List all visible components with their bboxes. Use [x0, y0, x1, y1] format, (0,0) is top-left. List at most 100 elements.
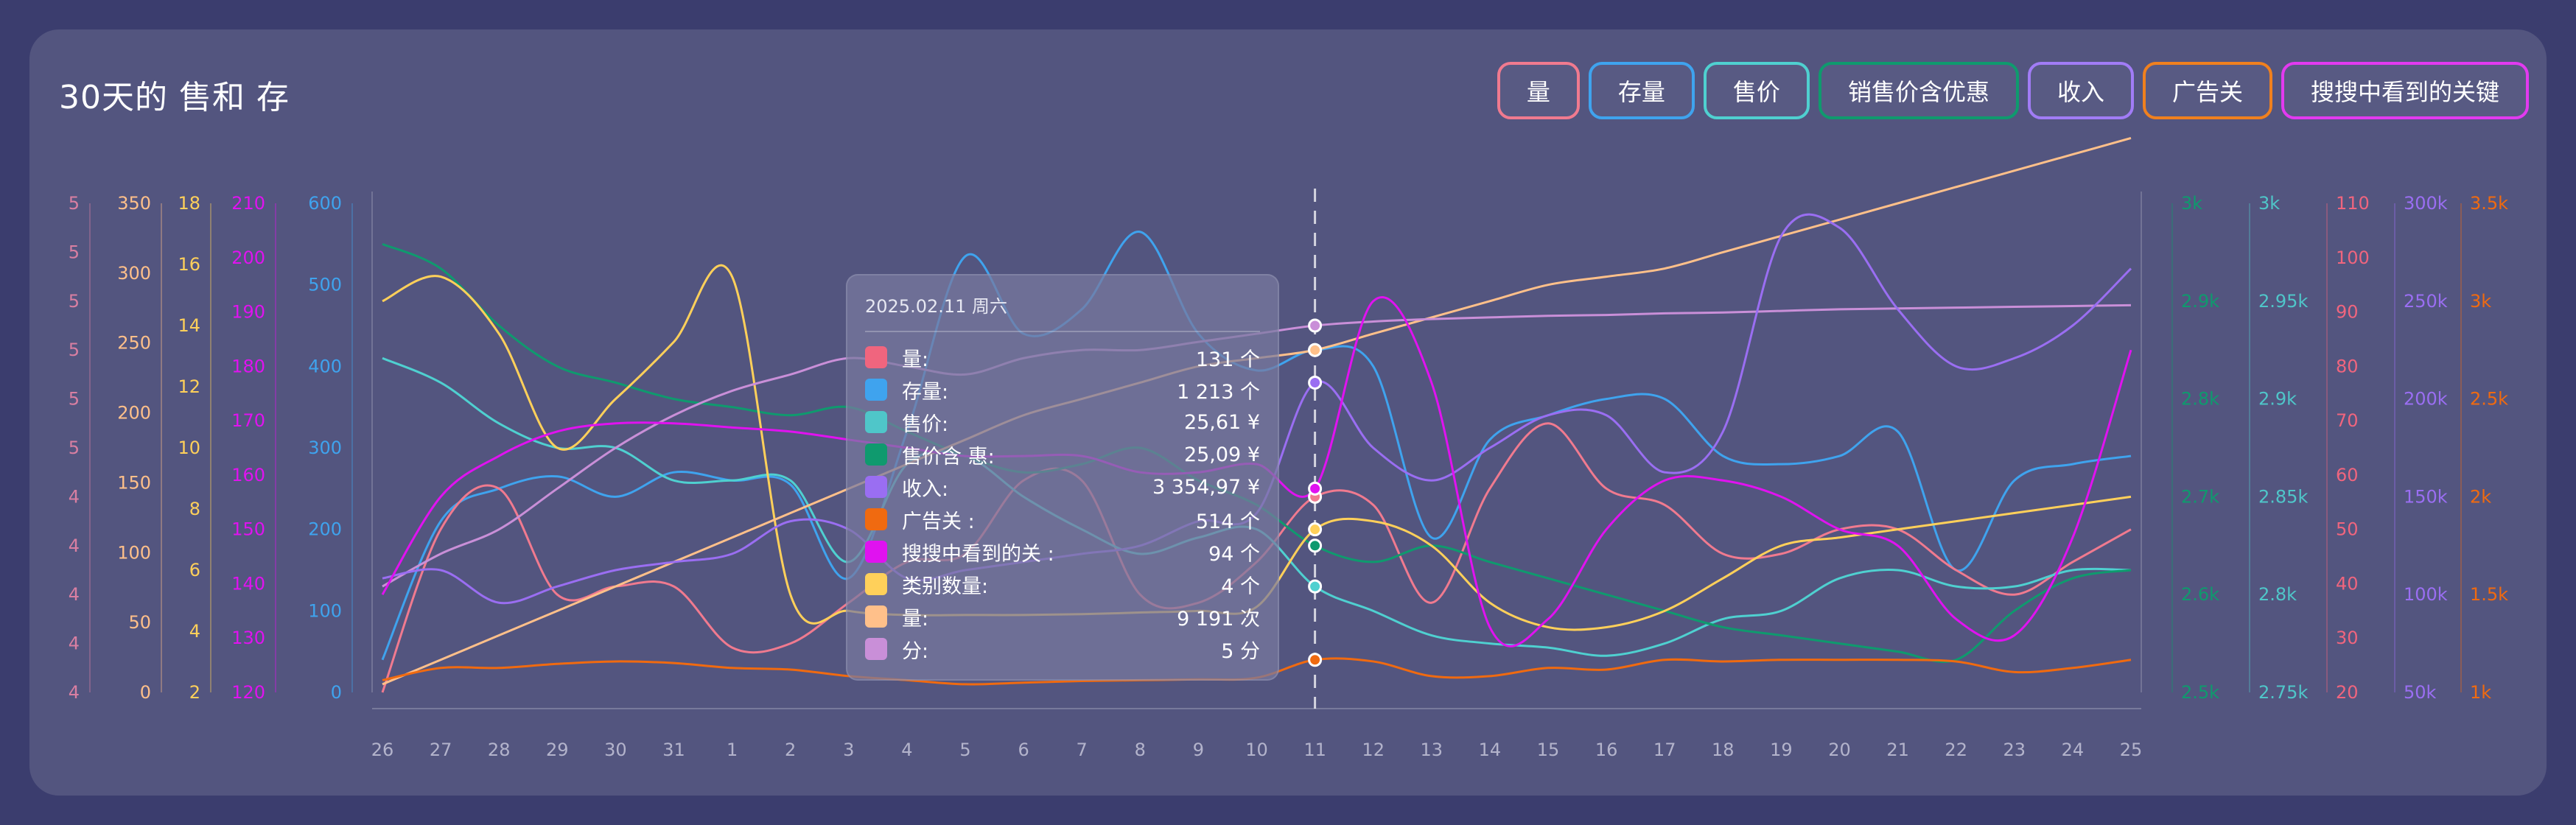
- y-tick-label: 4: [189, 621, 200, 642]
- tooltip-value: 1 213 个: [1177, 380, 1260, 404]
- y-tick-label: 40: [2336, 573, 2359, 594]
- y-tick-label: 80: [2336, 356, 2359, 376]
- y-tick-label: 30: [2336, 628, 2359, 648]
- y-tick-label: 16: [178, 254, 200, 275]
- y-tick-label: 2.9k: [2181, 291, 2219, 312]
- tooltip-value: 131 个: [1195, 348, 1260, 371]
- y-tick-label: 100: [2336, 248, 2370, 268]
- y-tick-label: 2.8k: [2181, 389, 2219, 410]
- y-tick-label: 250: [117, 333, 151, 354]
- y-tick-label: 2.7k: [2181, 486, 2219, 507]
- y-tick-label: 5: [69, 291, 80, 312]
- y-tick-label: 2.85k: [2258, 486, 2308, 507]
- tooltip-label: 售价:: [902, 412, 949, 436]
- y-tick-label: 5: [69, 438, 80, 458]
- x-tick-label: 18: [1712, 740, 1735, 760]
- x-tick-label: 16: [1595, 740, 1618, 760]
- y-tick-label: 4: [69, 682, 80, 703]
- y-tick-label: 170: [231, 410, 265, 431]
- tooltip-row: 类别数量: 4 个: [865, 568, 1260, 600]
- highlight-point: [1308, 481, 1323, 496]
- y-tick-label: 100: [117, 542, 151, 563]
- x-tick-label: 19: [1770, 740, 1793, 760]
- x-tick-label: 4: [901, 740, 912, 760]
- y-tick-label: 3k: [2258, 193, 2280, 214]
- y-tick-label: 100: [308, 600, 342, 621]
- y-tick-label: 20: [2336, 682, 2359, 703]
- y-tick-label: 60: [2336, 465, 2359, 485]
- tooltip-row: 分: 5 分: [865, 633, 1260, 665]
- y-tick-label: 350: [117, 193, 151, 214]
- x-tick-label: 7: [1077, 740, 1088, 760]
- y-tick-label: 2.5k: [2470, 389, 2508, 410]
- y-tick-label: 250k: [2404, 291, 2448, 312]
- x-tick-label: 12: [1362, 740, 1385, 760]
- tooltip-swatch: [865, 411, 887, 433]
- tooltip-label: 广告关 :: [902, 510, 975, 533]
- y-tick-label: 300: [308, 438, 342, 458]
- y-tick-label: 2.9k: [2258, 389, 2297, 410]
- tooltip-label: 搜搜中看到的关 :: [902, 542, 1054, 566]
- x-tick-label: 3: [843, 740, 854, 760]
- highlight-point: [1308, 318, 1323, 333]
- y-tick-label: 0: [140, 682, 151, 703]
- tooltip-label: 收入:: [902, 477, 949, 501]
- y-tick-label: 8: [189, 499, 200, 519]
- y-tick-label: 2.8k: [2258, 584, 2297, 605]
- tooltip-label: 分:: [902, 639, 929, 663]
- tooltip-value: 3 354,97 ¥: [1152, 475, 1260, 499]
- tooltip-swatch: [865, 476, 887, 498]
- y-tick-label: 200: [117, 403, 151, 424]
- x-tick-label: 26: [371, 740, 394, 760]
- y-tick-label: 3k: [2181, 193, 2202, 214]
- y-tick-label: 1k: [2470, 682, 2491, 703]
- tooltip-label: 量:: [902, 348, 929, 371]
- y-tick-label: 10: [178, 438, 200, 458]
- y-tick-label: 150k: [2404, 486, 2448, 507]
- x-tick-label: 30: [604, 740, 627, 760]
- x-tick-label: 2: [785, 740, 796, 760]
- x-tick-label: 22: [1945, 740, 1967, 760]
- x-tick-label: 6: [1018, 740, 1029, 760]
- x-tick-label: 24: [2062, 740, 2085, 760]
- y-tick-label: 150: [231, 519, 265, 540]
- x-tick-label: 21: [1886, 740, 1909, 760]
- y-tick-label: 5: [69, 340, 80, 360]
- y-tick-label: 4: [69, 486, 80, 507]
- y-tick-label: 2.95k: [2258, 291, 2308, 312]
- y-tick-label: 5: [69, 389, 80, 410]
- tooltip-label: 类别数量:: [902, 575, 989, 598]
- x-tick-label: 14: [1479, 740, 1502, 760]
- highlight-point: [1308, 522, 1323, 537]
- y-tick-label: 3.5k: [2470, 193, 2508, 214]
- highlight-point: [1308, 375, 1323, 390]
- y-tick-label: 120: [231, 682, 265, 703]
- y-tick-label: 160: [231, 465, 265, 485]
- y-tick-label: 200k: [2404, 389, 2448, 410]
- tooltip-swatch: [865, 638, 887, 660]
- y-tick-label: 1.5k: [2470, 584, 2508, 605]
- y-tick-label: 4: [69, 633, 80, 654]
- y-tick-label: 300k: [2404, 193, 2448, 214]
- x-tick-label: 1: [727, 740, 738, 760]
- y-tick-label: 110: [2336, 193, 2370, 214]
- tooltip-row: 搜搜中看到的关 : 94 个: [865, 536, 1260, 568]
- chart-tooltip: 2025.02.11 周六 量: 131 个存量: 1 213 个售价: 25,61 …: [846, 274, 1279, 681]
- y-tick-label: 130: [231, 628, 265, 648]
- y-tick-label: 300: [117, 263, 151, 284]
- x-tick-label: 28: [488, 740, 511, 760]
- tooltip-value: 9 191 次: [1177, 607, 1260, 631]
- y-tick-label: 14: [178, 315, 200, 336]
- x-tick-label: 17: [1653, 740, 1676, 760]
- y-tick-label: 200: [231, 248, 265, 268]
- tooltip-row: 量: 131 个: [865, 341, 1260, 373]
- y-tick-label: 50: [128, 612, 151, 633]
- tooltip-swatch: [865, 379, 887, 401]
- y-tick-label: 100k: [2404, 584, 2448, 605]
- y-tick-label: 140: [231, 573, 265, 594]
- x-tick-label: 13: [1421, 740, 1443, 760]
- tooltip-value: 5 分: [1221, 639, 1260, 663]
- y-tick-label: 4: [69, 536, 80, 556]
- tooltip-row: 售价: 25,61 ¥: [865, 406, 1260, 438]
- y-tick-label: 2.75k: [2258, 682, 2308, 703]
